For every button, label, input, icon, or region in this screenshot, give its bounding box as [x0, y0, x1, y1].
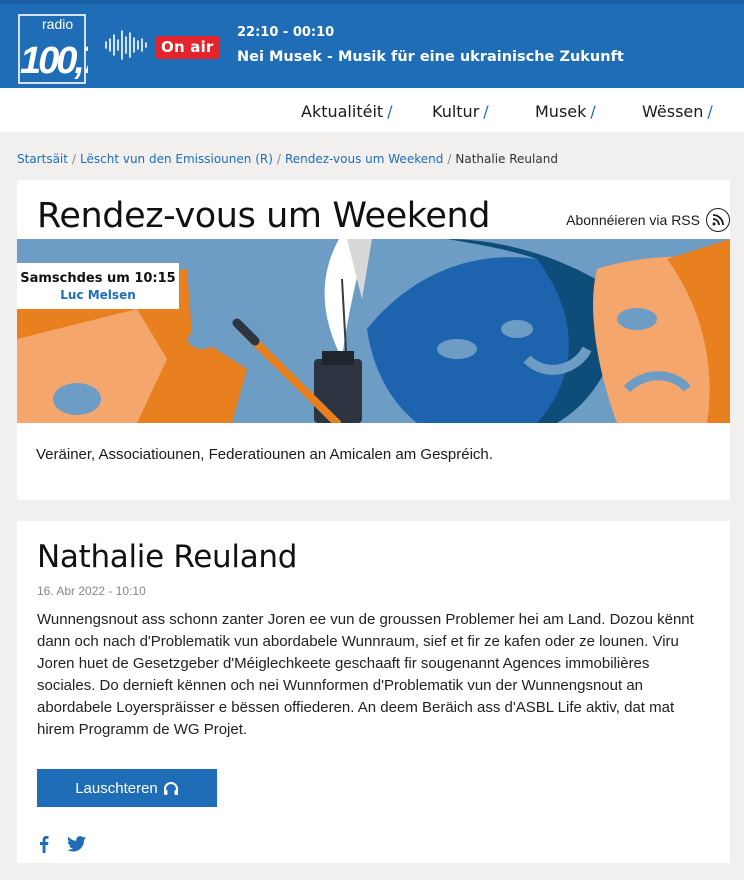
on-air-show-title[interactable]: Nei Musek - Musik für eine ukrainische Z…: [237, 49, 624, 65]
nav-item-aktualiteit[interactable]: Aktualitéit /: [301, 102, 393, 121]
breadcrumb-current: Nathalie Reuland: [455, 152, 558, 166]
breadcrumb-link-show[interactable]: Rendez-vous um Weekend: [285, 152, 443, 166]
twitter-icon[interactable]: [67, 836, 86, 857]
svg-text:100,7: 100,7: [20, 40, 88, 82]
headphones-icon: [163, 782, 178, 795]
social-share: [39, 835, 104, 858]
listen-label: Lauschteren: [75, 779, 158, 797]
svg-text:radio: radio: [42, 16, 73, 32]
show-schedule-box: Samschdes um 10:15 Luc Melsen: [17, 263, 179, 309]
main-navigation: Aktualitéit / Kultur / Musek / Wëssen /: [0, 88, 744, 132]
show-hero-image: Samschdes um 10:15 Luc Melsen: [17, 239, 730, 423]
nav-item-musek[interactable]: Musek /: [535, 102, 596, 121]
breadcrumb: Startsäit / Lëscht vun den Emissiounen (R)…: [17, 152, 558, 166]
on-air-time: 22:10 - 00:10: [237, 25, 335, 40]
site-header: radio 100,7 On air 22:10 - 00:10 Nei Mus…: [0, 0, 744, 88]
on-air-badge: On air: [156, 36, 219, 59]
rss-subscribe-link[interactable]: Abonnéieren via RSS: [566, 208, 730, 232]
episode-card: Nathalie Reuland 16. Abr 2022 - 10:10 Wu…: [17, 521, 730, 863]
facebook-icon[interactable]: [39, 835, 49, 858]
breadcrumb-link-emissiounen[interactable]: Lëscht vun den Emissiounen (R): [80, 152, 273, 166]
episode-date: 16. Abr 2022 - 10:10: [37, 584, 146, 598]
show-title: Rendez-vous um Weekend: [37, 196, 491, 236]
schedule-time: Samschdes um 10:15: [20, 271, 176, 286]
schedule-host-link[interactable]: Luc Melsen: [17, 288, 179, 302]
rss-label: Abonnéieren via RSS: [566, 212, 700, 228]
nav-item-kultur[interactable]: Kultur /: [432, 102, 489, 121]
nav-item-wessen[interactable]: Wëssen /: [642, 102, 713, 121]
rss-icon: [706, 208, 730, 232]
breadcrumb-link-home[interactable]: Startsäit: [17, 152, 68, 166]
listen-button[interactable]: Lauschteren: [37, 769, 217, 807]
episode-title: Nathalie Reuland: [37, 539, 298, 575]
episode-description: Wunnengsnout ass schonn zanter Joren ee …: [37, 611, 694, 738]
audio-wave-icon: [105, 30, 147, 60]
show-card: Rendez-vous um Weekend Abonnéieren via R…: [17, 180, 730, 500]
radio-100-7-logo[interactable]: radio 100,7: [16, 13, 88, 85]
show-description: Veräiner, Associatiounen, Federatiounen …: [36, 446, 493, 463]
